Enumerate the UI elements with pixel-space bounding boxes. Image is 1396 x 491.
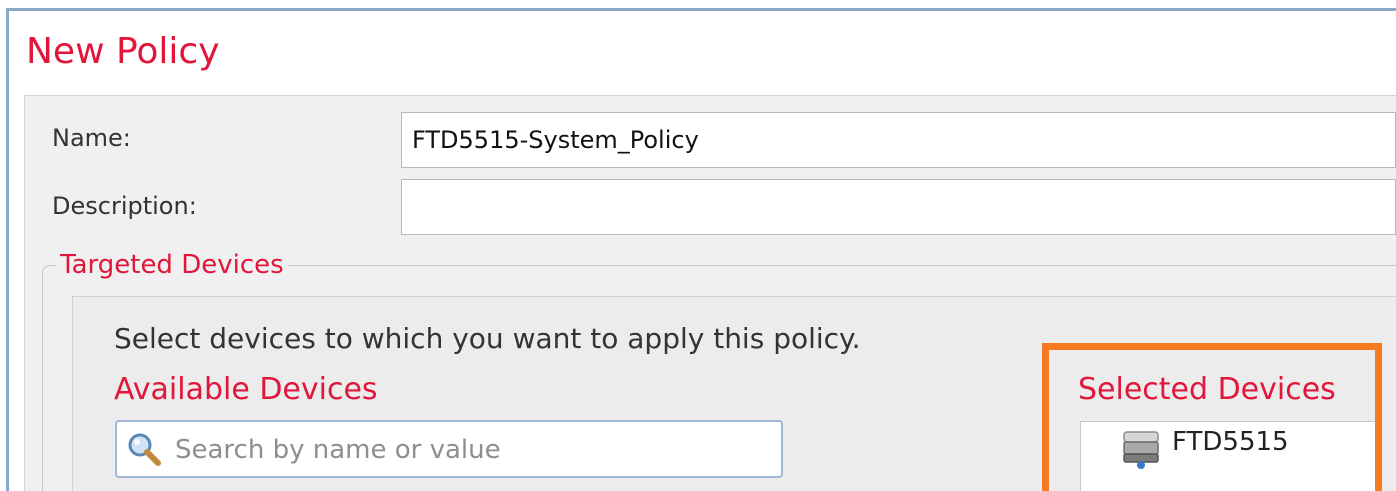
instruction-text: Select devices to which you want to appl… xyxy=(114,322,861,355)
description-label: Description: xyxy=(52,192,197,220)
search-input[interactable] xyxy=(173,426,767,474)
description-field[interactable] xyxy=(401,179,1396,235)
name-field[interactable]: FTD5515-System_Policy xyxy=(401,112,1396,168)
search-box[interactable] xyxy=(115,420,783,478)
available-devices-title: Available Devices xyxy=(114,372,378,407)
targeted-devices-legend: Targeted Devices xyxy=(56,249,288,281)
name-label: Name: xyxy=(52,124,131,152)
dialog-title: New Policy xyxy=(26,31,220,72)
highlight-box xyxy=(1042,343,1382,491)
magnifier-icon xyxy=(125,430,165,470)
